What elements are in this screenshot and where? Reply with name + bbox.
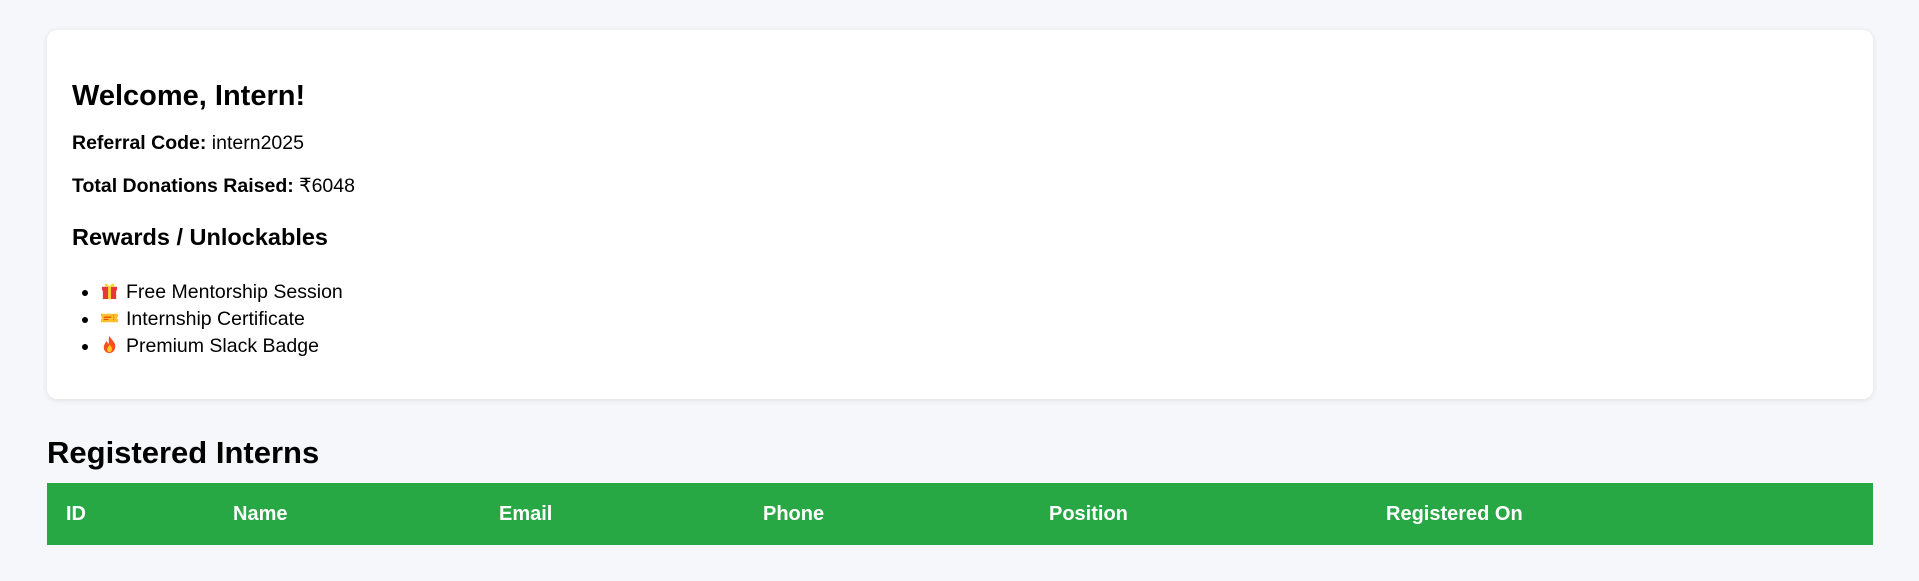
reward-item: Free Mentorship Session <box>100 279 1873 306</box>
donations-line: Total Donations Raised: ₹6048 <box>72 174 1873 198</box>
welcome-heading: Welcome, Intern! <box>72 80 306 112</box>
donations-label: Total Donations Raised: <box>72 175 294 197</box>
column-header-position: Position <box>1049 503 1128 525</box>
interns-table-header: ID Name Email Phone Position Registered … <box>47 483 1873 545</box>
column-header-name: Name <box>233 503 288 525</box>
referral-code-label: Referral Code: <box>72 132 207 154</box>
reward-label: Free Mentorship Session <box>126 281 343 303</box>
donations-value: ₹6048 <box>299 175 355 197</box>
referral-code-value: intern2025 <box>211 132 304 154</box>
reward-item: Internship Certificate <box>100 306 1873 333</box>
column-header-registered-on: Registered On <box>1386 503 1523 525</box>
registered-interns-heading: Registered Interns <box>47 435 320 470</box>
dashboard-card: Welcome, Intern! Referral Code: intern20… <box>47 30 1873 399</box>
rewards-list: Free Mentorship Session Internship Certi… <box>72 279 1873 360</box>
rewards-heading: Rewards / Unlockables <box>72 224 328 250</box>
column-header-phone: Phone <box>763 503 825 525</box>
referral-code-line: Referral Code: intern2025 <box>72 131 1873 155</box>
column-header-email: Email <box>499 503 553 525</box>
column-header-id: ID <box>66 503 86 525</box>
ticket-icon <box>100 313 119 323</box>
reward-item: Premium Slack Badge <box>100 333 1873 360</box>
reward-label: Internship Certificate <box>126 308 305 330</box>
reward-label: Premium Slack Badge <box>126 335 319 357</box>
fire-icon <box>103 335 116 354</box>
gift-icon <box>101 283 118 300</box>
